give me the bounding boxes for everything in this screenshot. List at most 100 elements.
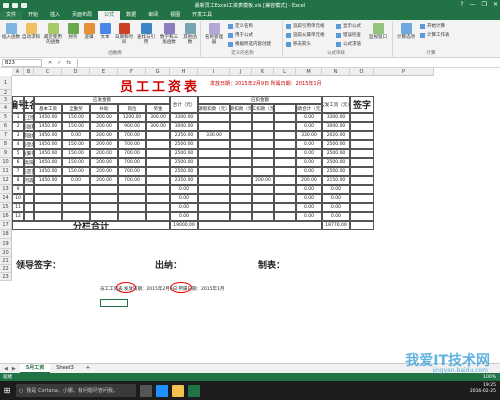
table-cell[interactable] [230, 149, 252, 158]
tab-view[interactable]: 视图 [164, 11, 186, 20]
table-cell[interactable] [252, 131, 274, 140]
table-cell[interactable] [24, 194, 34, 203]
insert-function-button[interactable]: 插入函数 [2, 23, 20, 40]
row-header[interactable]: 10 [0, 158, 12, 167]
table-cell[interactable]: 900.00 [118, 122, 146, 131]
row-header[interactable]: 15 [0, 203, 12, 212]
header-payable-group[interactable]: 应发金额 [34, 96, 170, 104]
total-label[interactable]: 分栏合计 [12, 221, 170, 230]
table-cell[interactable] [252, 212, 274, 221]
table-cell[interactable] [230, 113, 252, 122]
table-cell[interactable]: 200.00 [90, 140, 118, 149]
tab-page-layout[interactable]: 页面布局 [66, 11, 98, 20]
tab-insert[interactable]: 插入 [44, 11, 66, 20]
table-cell[interactable] [350, 158, 374, 167]
table-cell[interactable]: 马苗苗 [24, 167, 34, 176]
table-cell[interactable]: 0.00 [296, 158, 322, 167]
formula-input[interactable] [77, 58, 496, 67]
table-cell[interactable] [118, 203, 146, 212]
table-cell[interactable]: 300.00 [146, 122, 170, 131]
table-cell[interactable]: 0.00 [296, 122, 322, 131]
table-cell[interactable]: 0.00 [296, 113, 322, 122]
table-cell[interactable]: 300.00 [146, 113, 170, 122]
table-cell[interactable]: 2020.00 [322, 131, 350, 140]
table-cell[interactable]: 3000.00 [322, 122, 350, 131]
header-deduct-group[interactable]: 应扣金额 [198, 96, 322, 104]
folder-icon[interactable] [172, 384, 184, 397]
calc-sheet-button[interactable]: 计算工作表 [420, 32, 450, 38]
create-from-selection-button[interactable]: 根据所选内容创建 [228, 41, 271, 47]
table-cell[interactable]: 700.00 [118, 131, 146, 140]
table-cell[interactable]: 1450.00 [34, 167, 62, 176]
column-header[interactable]: A [12, 68, 24, 76]
table-cell[interactable] [350, 176, 374, 185]
table-cell[interactable]: 200.00 [90, 131, 118, 140]
header-name[interactable]: 姓名 [24, 96, 34, 113]
row-header[interactable]: 23 [0, 273, 12, 281]
table-cell[interactable]: 2500.00 [322, 149, 350, 158]
table-cell[interactable] [146, 140, 170, 149]
edge-icon[interactable] [156, 384, 168, 397]
row-header[interactable]: 8 [0, 140, 12, 149]
table-cell[interactable] [274, 212, 296, 221]
table-cell[interactable] [198, 194, 230, 203]
column-header[interactable]: O [350, 68, 374, 76]
table-cell[interactable]: 4 [12, 140, 24, 149]
table-cell[interactable]: 2500.00 [322, 167, 350, 176]
logical-button[interactable]: 逻辑 [82, 23, 96, 40]
table-cell[interactable] [274, 158, 296, 167]
table-cell[interactable] [198, 176, 230, 185]
table-cell[interactable] [230, 140, 252, 149]
table-cell[interactable]: 150.00 [62, 122, 90, 131]
table-cell[interactable] [90, 203, 118, 212]
row-header[interactable]: 6 [0, 122, 12, 131]
table-cell[interactable]: 0.00 [322, 185, 350, 194]
table-cell[interactable] [230, 194, 252, 203]
table-cell[interactable] [350, 203, 374, 212]
table-cell[interactable]: 1450.00 [34, 149, 62, 158]
tab-file[interactable]: 文件 [0, 11, 23, 20]
table-cell[interactable]: 8 [12, 176, 24, 185]
table-cell[interactable] [274, 113, 296, 122]
header-base[interactable]: 基本工资 [34, 104, 62, 113]
header-subtotal[interactable]: 合计（元） [170, 96, 198, 113]
evaluate-formula-button[interactable]: 公式求值 [336, 41, 361, 47]
table-cell[interactable] [118, 194, 146, 203]
table-cell[interactable] [230, 167, 252, 176]
table-cell[interactable]: 3 [12, 131, 24, 140]
trace-precedents-button[interactable]: 追踪引用单元格 [286, 23, 325, 29]
show-formulas-button[interactable]: 显示公式 [336, 23, 361, 29]
table-cell[interactable]: 9 [12, 185, 24, 194]
table-cell[interactable]: 200.00 [90, 113, 118, 122]
table-cell[interactable]: 郝国斌 [24, 131, 34, 140]
task-view-icon[interactable] [140, 384, 152, 397]
table-cell[interactable] [62, 212, 90, 221]
table-cell[interactable] [230, 176, 252, 185]
worksheet-grid[interactable]: 员工工资表 发放日期：2015年2月9日 所属日期：2015年1月 领导签字： … [0, 68, 500, 363]
table-cell[interactable] [198, 158, 230, 167]
column-header[interactable]: I [198, 68, 230, 76]
table-cell[interactable] [252, 203, 274, 212]
header-subsidy[interactable]: 补助 [90, 104, 118, 113]
header-actual[interactable]: 实发工资（元） [322, 96, 350, 113]
header-sign[interactable]: 签字 [350, 96, 374, 113]
table-cell[interactable]: 1 [12, 113, 24, 122]
table-cell[interactable]: 0.00 [296, 194, 322, 203]
row-header[interactable]: 19 [0, 239, 12, 249]
table-cell[interactable]: 1450.00 [34, 113, 62, 122]
table-cell[interactable]: 200.00 [90, 167, 118, 176]
column-header[interactable]: J [230, 68, 252, 76]
zoom-level[interactable]: 100% [483, 375, 496, 380]
header-post[interactable]: 岗位 [118, 104, 146, 113]
table-cell[interactable]: 0.00 [296, 140, 322, 149]
table-cell[interactable]: 高阳 [24, 158, 34, 167]
name-box[interactable]: B23 [2, 58, 42, 67]
column-header[interactable]: C [34, 68, 62, 76]
prev-sheet-icon[interactable]: ◀ [4, 366, 8, 372]
table-cell[interactable] [274, 203, 296, 212]
sheet-tab-may-salary[interactable]: 5月工资 [19, 364, 51, 373]
table-cell[interactable] [252, 185, 274, 194]
table-cell[interactable]: 2500.00 [322, 158, 350, 167]
table-cell[interactable]: 700.00 [118, 149, 146, 158]
table-cell[interactable] [350, 131, 374, 140]
